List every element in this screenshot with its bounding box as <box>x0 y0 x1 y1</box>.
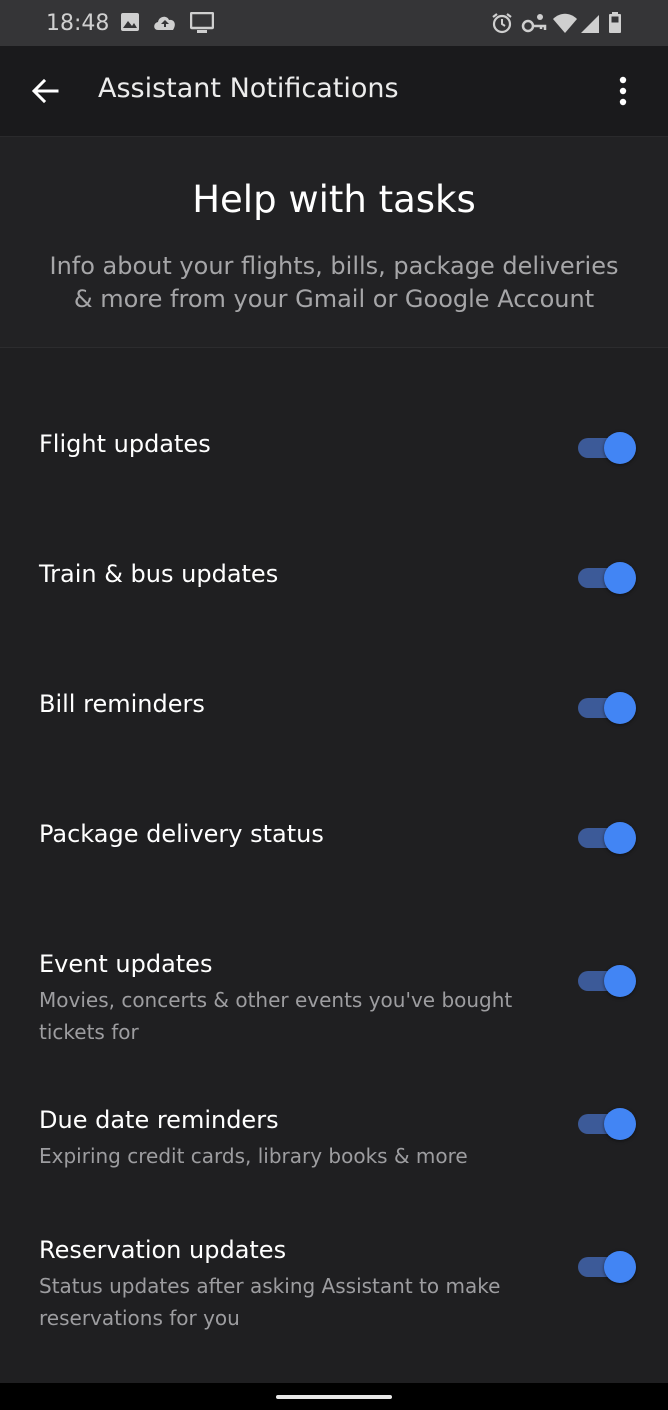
alarm-icon <box>491 12 513 39</box>
due-date-reminders-toggle[interactable] <box>578 1107 638 1141</box>
status-time: 18:48 <box>46 11 110 36</box>
image-icon <box>120 12 140 37</box>
battery-icon <box>608 12 622 39</box>
setting-flight-updates[interactable]: Flight updates <box>0 400 668 510</box>
setting-description: Status updates after asking Assistant to… <box>39 1274 501 1330</box>
cloud-icon <box>152 12 178 37</box>
setting-label: Due date reminders <box>39 1106 279 1134</box>
overflow-menu-button[interactable] <box>606 74 640 108</box>
overflow-menu-icon <box>619 76 627 106</box>
home-gesture-handle[interactable] <box>276 1395 392 1399</box>
setting-train-bus-updates[interactable]: Train & bus updates <box>0 530 668 640</box>
page-title: Assistant Notifications <box>98 73 399 104</box>
setting-label: Bill reminders <box>39 690 205 718</box>
setting-due-date-reminders[interactable]: Due date reminders Expiring credit cards… <box>0 1090 668 1190</box>
flight-updates-toggle[interactable] <box>578 431 638 465</box>
app-bar: Assistant Notifications <box>0 46 668 137</box>
wifi-icon <box>552 12 578 39</box>
back-button[interactable] <box>26 72 64 110</box>
vpn-key-icon <box>521 12 547 39</box>
setting-event-updates[interactable]: Event updates Movies, concerts & other e… <box>0 930 668 1060</box>
setting-label: Package delivery status <box>39 820 324 848</box>
package-delivery-status-toggle[interactable] <box>578 821 638 855</box>
train-bus-updates-toggle[interactable] <box>578 561 638 595</box>
setting-reservation-updates[interactable]: Reservation updates Status updates after… <box>0 1220 668 1350</box>
setting-label: Reservation updates <box>39 1236 287 1264</box>
cast-icon <box>189 11 215 39</box>
bill-reminders-toggle[interactable] <box>578 691 638 725</box>
setting-bill-reminders[interactable]: Bill reminders <box>0 660 668 770</box>
setting-label: Flight updates <box>39 430 211 458</box>
section-title: Help with tasks <box>192 178 476 221</box>
back-arrow-icon <box>31 78 59 104</box>
setting-label: Event updates <box>39 950 213 978</box>
section-header: Help with tasks Info about your flights,… <box>0 137 668 348</box>
setting-label: Train & bus updates <box>39 560 279 588</box>
navigation-bar <box>0 1383 668 1410</box>
setting-package-delivery-status[interactable]: Package delivery status <box>0 790 668 900</box>
section-subtitle: Info about your flights, bills, package … <box>49 252 619 313</box>
setting-description: Expiring credit cards, library books & m… <box>39 1144 468 1168</box>
reservation-updates-toggle[interactable] <box>578 1250 638 1284</box>
signal-icon <box>580 12 600 39</box>
setting-description: Movies, concerts & other events you've b… <box>39 988 513 1044</box>
status-bar: 18:48 <box>0 0 668 46</box>
event-updates-toggle[interactable] <box>578 964 638 998</box>
